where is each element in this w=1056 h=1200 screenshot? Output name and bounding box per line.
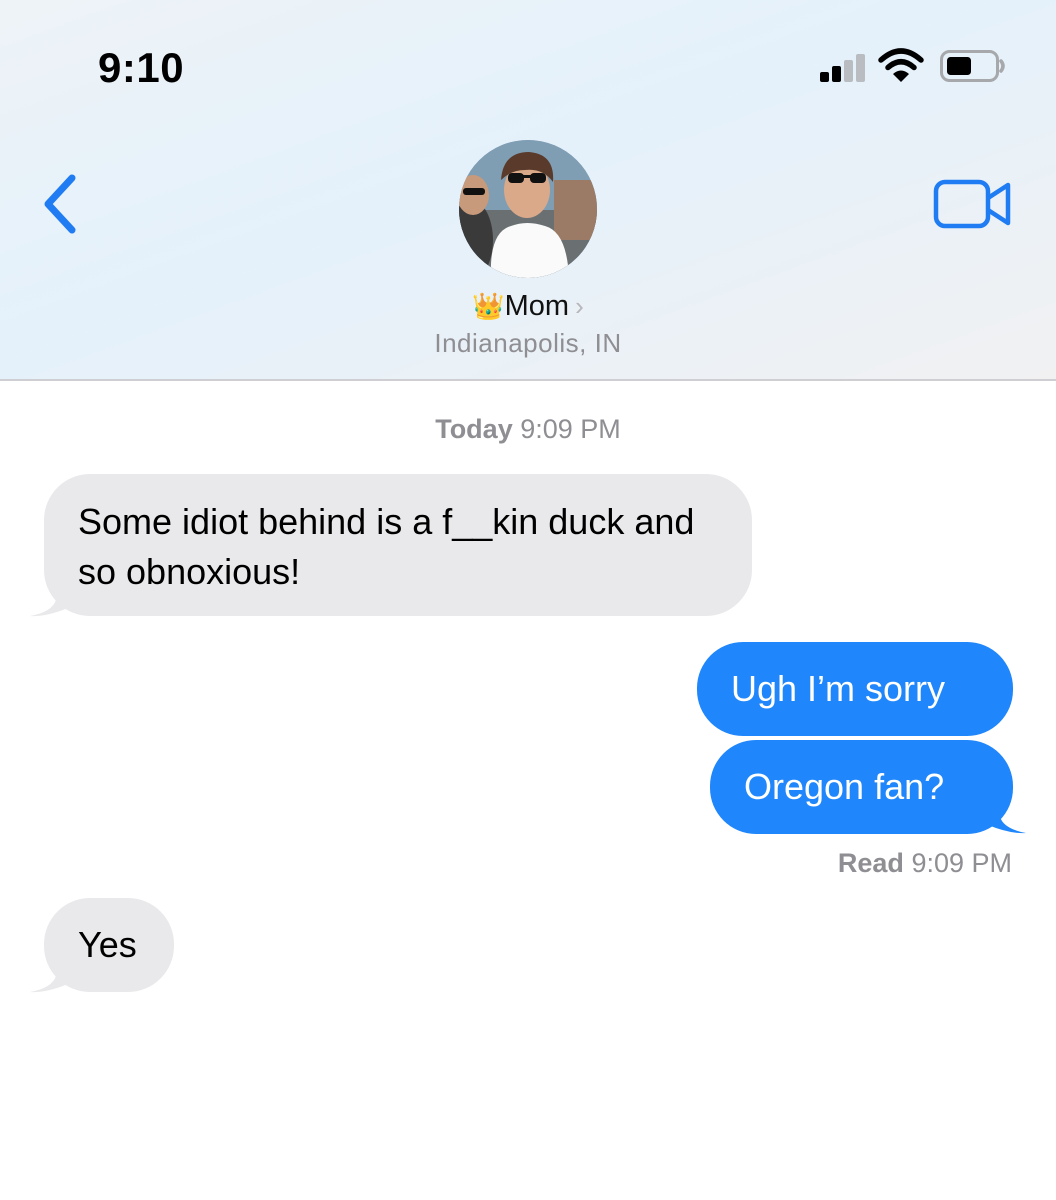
crown-emoji: 👑 [472,291,505,321]
contact-name-button[interactable]: 👑Mom › [0,290,1056,323]
back-chevron-icon[interactable] [36,170,88,238]
timestamp-day: Today [435,414,513,444]
thread-timestamp: Today 9:09 PM [0,414,1056,445]
message-text: Ugh I’m sorry [731,668,946,709]
timestamp-time: 9:09 PM [520,414,621,444]
contact-name: Mom [504,290,570,322]
conversation-header: 9:10 👑Mom › Indianapolis, IN [0,0,1056,381]
message-text: Yes [78,924,137,965]
outgoing-message-bubble[interactable]: Oregon fan? [710,740,1013,834]
wifi-icon [878,48,924,82]
avatar-photo [459,140,597,278]
battery-icon [940,50,1005,82]
outgoing-message-bubble[interactable]: Ugh I’m sorry [697,642,1013,736]
incoming-message-bubble[interactable]: Some idiot behind is a f__kin duck and s… [44,474,752,616]
message-text: Oregon fan? [744,766,945,807]
video-call-icon[interactable] [932,176,1014,232]
chevron-right-icon: › [575,291,584,321]
read-receipt: Read 9:09 PM [838,848,1012,879]
message-text: Some idiot behind is a f__kin duck and s… [78,501,695,592]
read-time: 9:09 PM [911,848,1012,878]
contact-avatar[interactable] [459,140,597,278]
incoming-message-bubble[interactable]: Yes [44,898,174,992]
read-label: Read [837,848,904,878]
status-time: 9:10 [98,44,185,91]
contact-location: Indianapolis, IN [434,328,622,358]
cellular-signal-icon [820,52,868,82]
